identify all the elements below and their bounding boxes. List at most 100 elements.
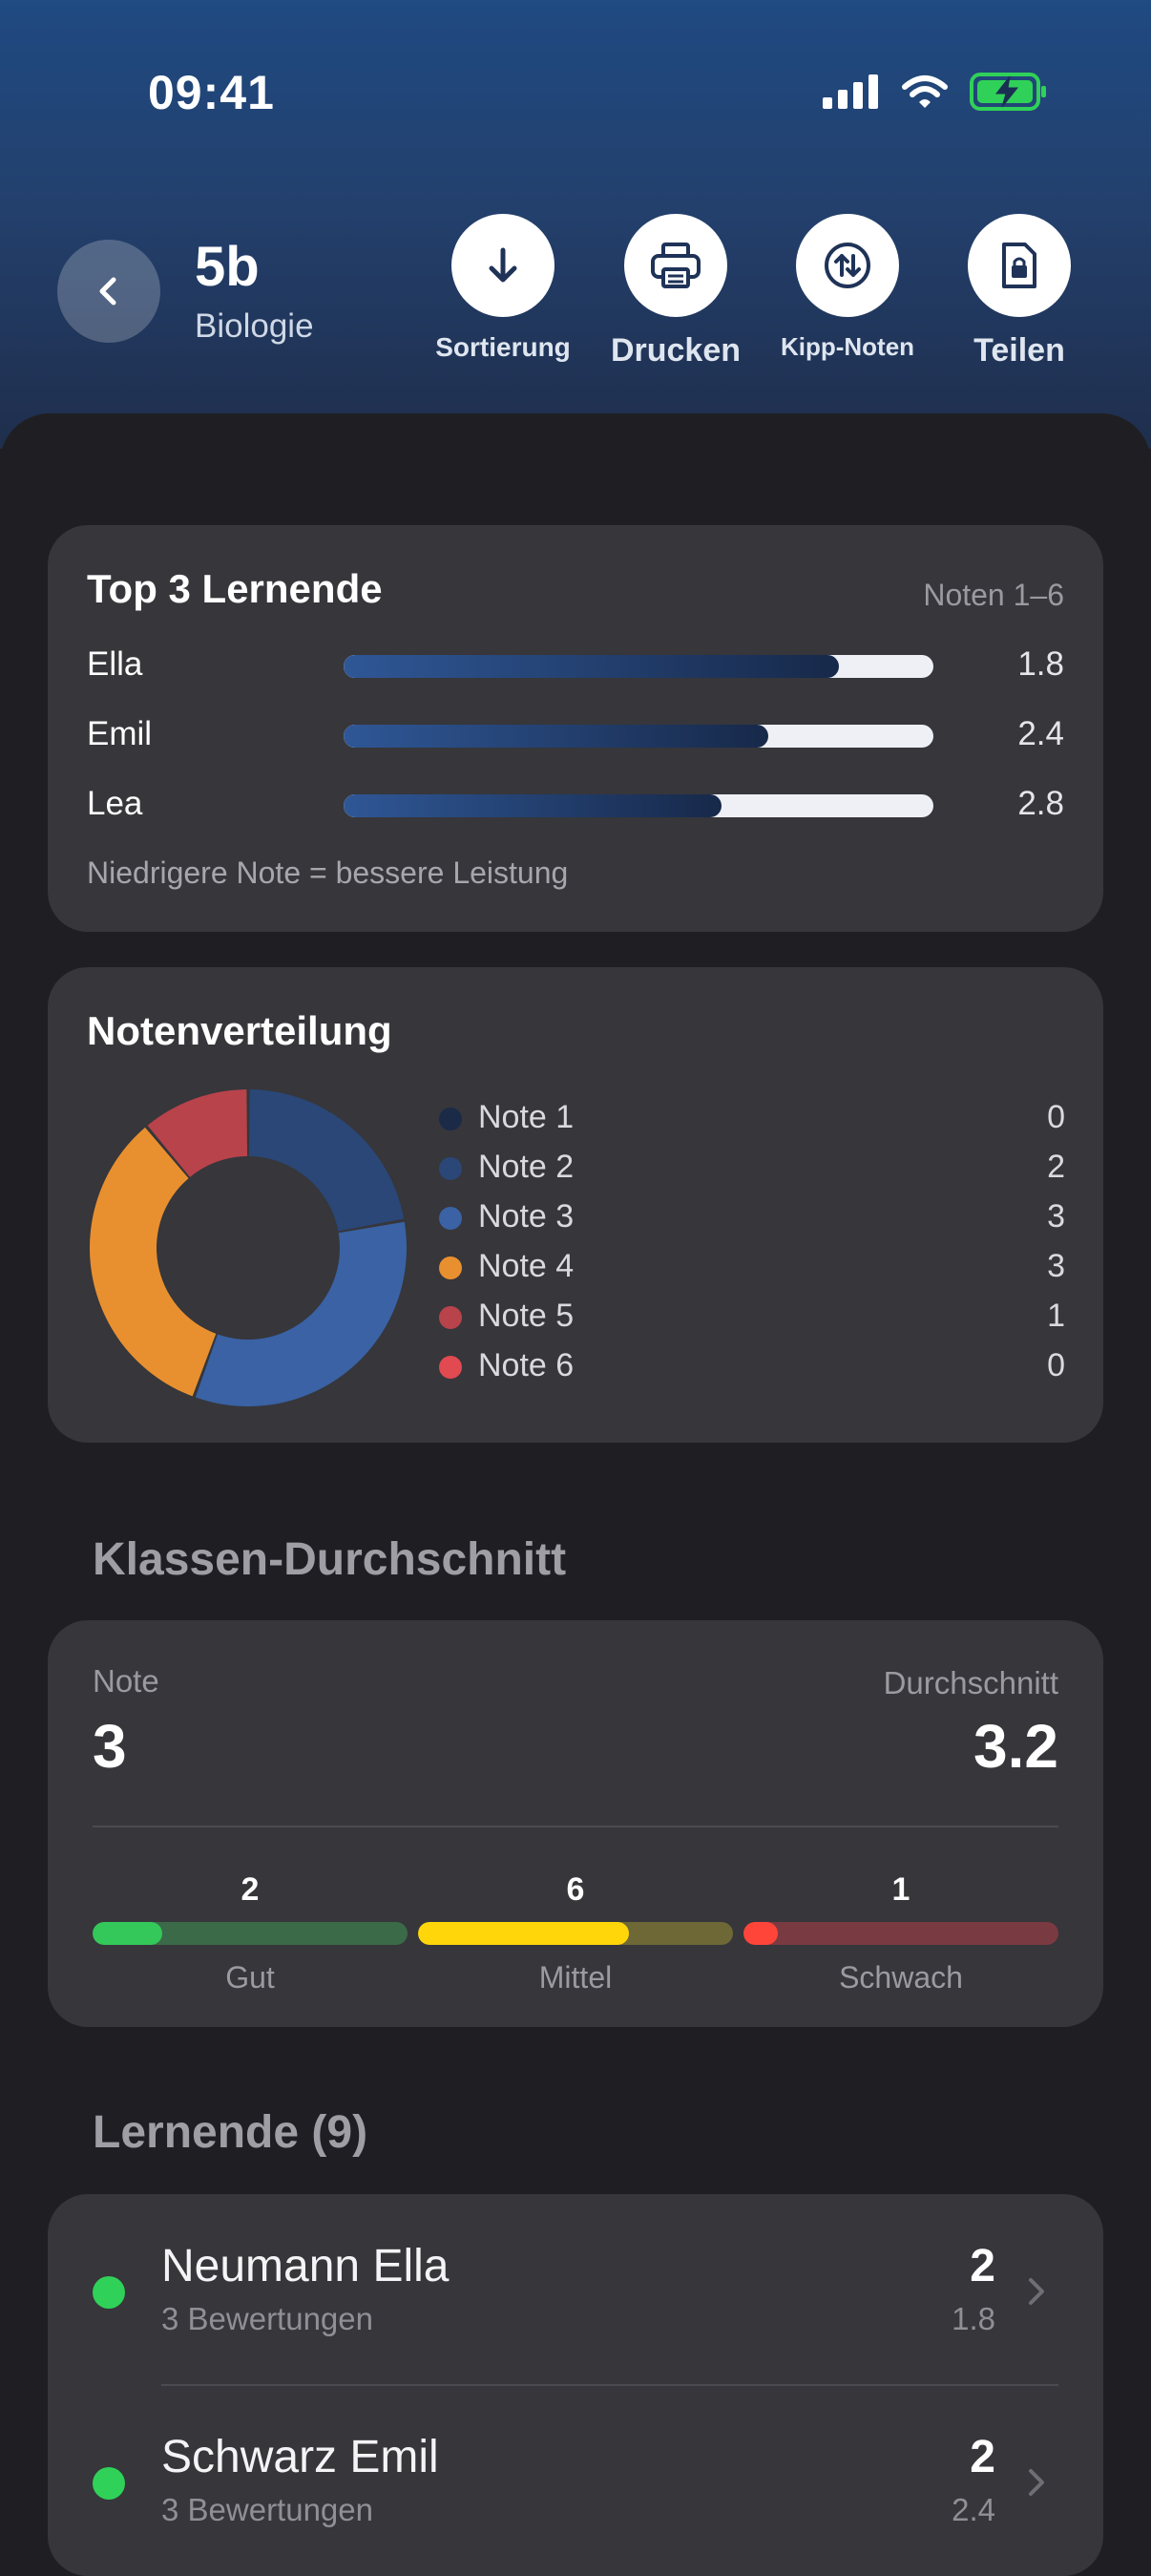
segment-fill bbox=[93, 1922, 162, 1945]
status-bar-icons bbox=[823, 73, 1048, 111]
top3-bar-track bbox=[344, 794, 933, 817]
legend-label: Note 5 bbox=[478, 1298, 575, 1334]
segment-weak: 1 Schwach bbox=[743, 1871, 1058, 1995]
top3-card: Top 3 Lernende Noten 1–6 Ella 1.8 Emil 2… bbox=[48, 525, 1103, 932]
class-subject: Biologie bbox=[195, 307, 314, 345]
legend-count: 0 bbox=[1047, 1347, 1065, 1383]
share-action[interactable]: Teilen bbox=[929, 214, 1110, 370]
student-row[interactable]: Schwarz Emil 3 Bewertungen 2 2.4 bbox=[48, 2385, 1103, 2576]
donut-slice-note-3 bbox=[195, 1221, 407, 1406]
arrow-down-icon bbox=[489, 247, 517, 283]
top3-row[interactable]: Emil 2.4 bbox=[87, 711, 1064, 759]
sort-button[interactable] bbox=[451, 214, 555, 317]
chevron-left-icon bbox=[99, 277, 116, 306]
student-average: 1.8 bbox=[952, 2301, 995, 2336]
segment-fill bbox=[743, 1922, 779, 1945]
student-grade: 2 bbox=[970, 2432, 995, 2482]
distribution-card: Notenverteilung Note 1 0 Note 2 2 Note 3… bbox=[48, 967, 1103, 1443]
segment-label: Gut bbox=[225, 1960, 275, 1995]
legend-count: 3 bbox=[1047, 1198, 1065, 1235]
print-action[interactable]: Drucken bbox=[585, 214, 766, 370]
legend-dot bbox=[439, 1108, 462, 1130]
status-dot bbox=[93, 2276, 125, 2309]
student-name: Schwarz Emil bbox=[161, 2432, 439, 2482]
top3-student-grade: 2.8 bbox=[1017, 785, 1064, 822]
segment-track bbox=[93, 1922, 408, 1945]
legend-count: 0 bbox=[1047, 1099, 1065, 1135]
segment-label: Mittel bbox=[538, 1960, 613, 1995]
average-value: 3.2 bbox=[973, 1712, 1058, 1781]
top3-bar-track bbox=[344, 655, 933, 678]
students-heading: Lernende (9) bbox=[93, 2107, 368, 2158]
legend-row: Note 3 3 bbox=[439, 1196, 1065, 1238]
top3-student-name: Ella bbox=[87, 645, 143, 683]
swap-arrows-icon bbox=[825, 243, 870, 288]
legend-dot bbox=[439, 1356, 462, 1379]
top3-student-grade: 1.8 bbox=[1017, 645, 1064, 683]
legend-dot bbox=[439, 1207, 462, 1230]
student-row[interactable]: Neumann Ella 3 Bewertungen 2 1.8 bbox=[48, 2194, 1103, 2385]
print-label: Drucken bbox=[610, 332, 742, 369]
chevron-right-icon bbox=[1029, 2469, 1044, 2496]
legend-dot bbox=[439, 1256, 462, 1279]
segment-label: Schwach bbox=[839, 1960, 963, 1995]
student-average: 2.4 bbox=[952, 2492, 995, 2527]
top3-student-name: Emil bbox=[87, 715, 153, 752]
student-rating-count: 3 Bewertungen bbox=[161, 2492, 373, 2527]
segment-count: 2 bbox=[241, 1871, 260, 1908]
status-dot bbox=[93, 2467, 125, 2500]
share-button[interactable] bbox=[968, 214, 1071, 317]
note-value: 3 bbox=[93, 1712, 127, 1781]
top3-title: Top 3 Lernende bbox=[87, 566, 383, 611]
top3-row[interactable]: Ella 1.8 bbox=[87, 642, 1064, 689]
segment-track bbox=[743, 1922, 1058, 1945]
flip-grades-label: Kipp-Noten bbox=[780, 332, 915, 361]
top3-bar-fill bbox=[344, 655, 840, 678]
top3-bar-track bbox=[344, 725, 933, 748]
chevron-right-icon bbox=[1029, 2278, 1044, 2305]
legend-dot bbox=[439, 1306, 462, 1329]
printer-icon bbox=[651, 243, 701, 288]
sort-label: Sortierung bbox=[435, 332, 571, 362]
class-title: 5b bbox=[195, 236, 260, 298]
segment-track bbox=[418, 1922, 733, 1945]
top3-row[interactable]: Lea 2.8 bbox=[87, 781, 1064, 829]
segment-count: 1 bbox=[891, 1871, 910, 1908]
wifi-icon bbox=[902, 75, 948, 108]
status-time: 09:41 bbox=[148, 66, 275, 119]
student-grade: 2 bbox=[970, 2241, 995, 2291]
class-average-heading: Klassen-Durchschnitt bbox=[93, 1534, 567, 1585]
legend-count: 1 bbox=[1047, 1298, 1065, 1334]
top3-student-grade: 2.4 bbox=[1017, 715, 1064, 752]
top3-bar-fill bbox=[344, 794, 722, 817]
distribution-title: Notenverteilung bbox=[87, 1008, 392, 1053]
donut-slice-note-2 bbox=[248, 1089, 405, 1232]
legend-count: 3 bbox=[1047, 1248, 1065, 1284]
grade-scale-label: Noten 1–6 bbox=[923, 578, 1064, 612]
legend-row: Note 1 0 bbox=[439, 1097, 1065, 1139]
top3-bar-fill bbox=[344, 725, 768, 748]
sort-action[interactable]: Sortierung bbox=[412, 214, 594, 363]
legend-row: Note 4 3 bbox=[439, 1246, 1065, 1288]
segment-good: 2 Gut bbox=[93, 1871, 408, 1995]
segment-fill bbox=[418, 1922, 630, 1945]
legend-label: Note 2 bbox=[478, 1149, 575, 1185]
note-label: Note bbox=[93, 1663, 159, 1699]
top3-student-name: Lea bbox=[87, 785, 143, 822]
legend-row: Note 6 0 bbox=[439, 1345, 1065, 1387]
average-divider bbox=[93, 1826, 1058, 1827]
flip-grades-action[interactable]: Kipp-Noten bbox=[757, 214, 938, 362]
flip-grades-button[interactable] bbox=[796, 214, 899, 317]
legend-row: Note 2 2 bbox=[439, 1147, 1065, 1189]
back-button[interactable] bbox=[57, 240, 160, 343]
print-button[interactable] bbox=[624, 214, 727, 317]
battery-charging-icon bbox=[970, 73, 1046, 111]
student-name: Neumann Ella bbox=[161, 2241, 450, 2291]
legend-label: Note 1 bbox=[478, 1099, 575, 1135]
average-label: Durchschnitt bbox=[883, 1665, 1058, 1700]
student-rating-count: 3 Bewertungen bbox=[161, 2301, 373, 2336]
top3-footnote: Niedrigere Note = bessere Leistung bbox=[87, 855, 569, 890]
legend-label: Note 4 bbox=[478, 1248, 575, 1284]
cellular-signal-icon bbox=[823, 74, 878, 109]
share-label: Teilen bbox=[973, 332, 1065, 369]
